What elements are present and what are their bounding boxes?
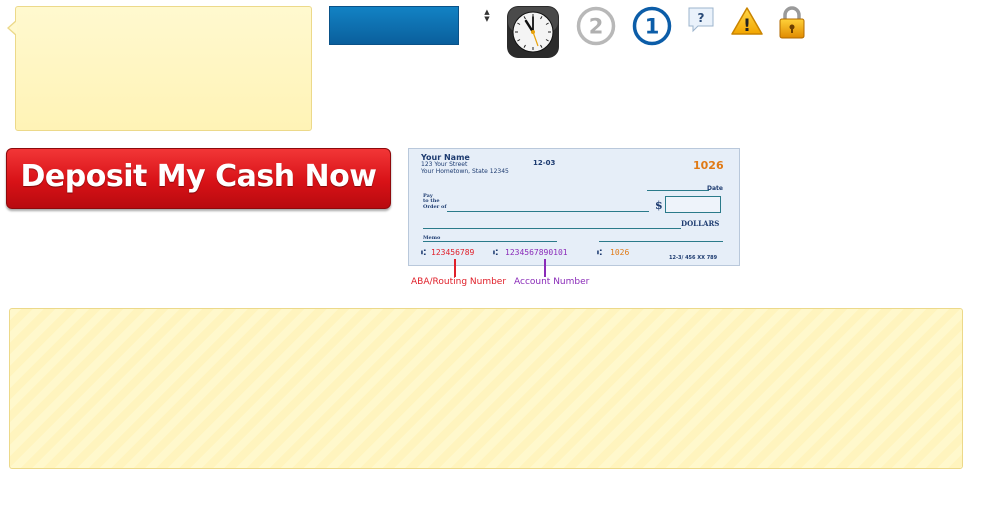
- check-dollars-label: DOLLARS: [681, 219, 720, 228]
- number-one-icon: 1: [632, 6, 672, 46]
- check-date-label: Date: [707, 185, 723, 192]
- check-number: 1026: [693, 159, 724, 172]
- check-number-micr: 1026: [610, 248, 630, 257]
- notice-panel: [9, 308, 963, 469]
- check-account-number: 1234567890101: [505, 248, 568, 257]
- number-one-text: 1: [645, 15, 660, 39]
- check-amount-box: [665, 196, 721, 213]
- check-fraction: 12-03: [533, 159, 556, 167]
- warning-icon: !: [730, 6, 764, 36]
- clock-icon: [507, 6, 559, 58]
- check-city: Your Hometown, State 12345: [421, 168, 509, 175]
- deposit-button[interactable]: Deposit My Cash Now: [6, 148, 391, 209]
- tooltip-box: [15, 6, 312, 131]
- check-dollar-sign: $: [655, 199, 663, 212]
- warning-mark: !: [743, 16, 751, 36]
- account-caption: Account Number: [514, 277, 590, 287]
- help-mark: ?: [698, 11, 705, 25]
- sample-check: Your Name 123 Your Street Your Hometown,…: [408, 148, 740, 266]
- routing-caption: ABA/Routing Number: [411, 277, 507, 287]
- check-street: 123 Your Street: [421, 161, 468, 168]
- blue-button[interactable]: [329, 6, 459, 45]
- routing-leader-line: [454, 259, 456, 277]
- check-routing-number: 123456789: [431, 248, 475, 257]
- number-two-icon: 2: [576, 6, 616, 46]
- lock-icon: [777, 5, 807, 39]
- account-leader-line: [544, 259, 546, 277]
- tooltip-arrow-fill: [9, 21, 17, 35]
- sort-arrows-icon[interactable]: ▲ ▼: [483, 9, 491, 27]
- number-two-text: 2: [589, 15, 604, 39]
- help-bubble-icon[interactable]: ?: [687, 6, 715, 34]
- check-order-of-label: Order of: [423, 204, 447, 210]
- check-bottom-code: 12-3/ 456 XX 789: [669, 255, 718, 261]
